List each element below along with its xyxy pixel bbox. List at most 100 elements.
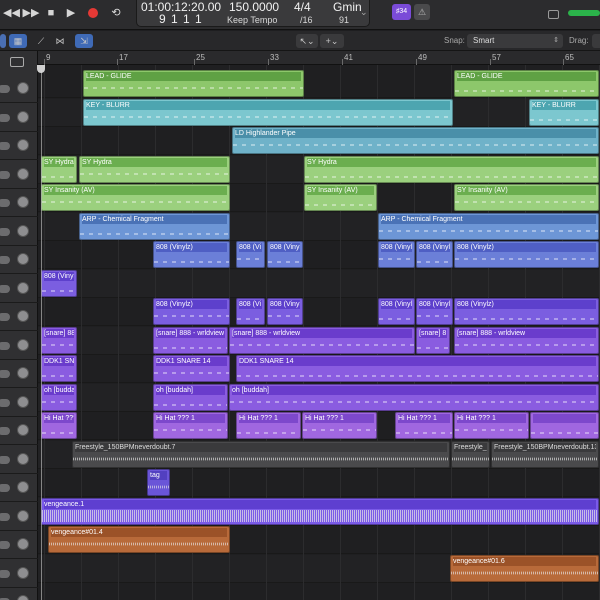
track-mute-control[interactable] — [0, 341, 10, 350]
audio-region[interactable]: Freestyle_150BPMneverdoubt.7 — [72, 440, 450, 468]
track-volume-knob[interactable] — [17, 424, 29, 436]
track-mute-control[interactable] — [0, 484, 10, 492]
track-mute-control[interactable] — [0, 170, 10, 179]
grid-view-icon[interactable]: ▦ — [9, 34, 27, 48]
track-header[interactable] — [0, 360, 38, 388]
track-header[interactable] — [0, 588, 38, 600]
track-volume-knob[interactable] — [17, 595, 29, 600]
play-icon[interactable]: ▶ — [64, 5, 78, 21]
midi-region[interactable]: SY Insanity (AV) — [454, 184, 599, 211]
midi-region[interactable]: 808 (Vinyl — [378, 298, 415, 325]
midi-region[interactable]: SY Hydra — [41, 155, 77, 183]
midi-region[interactable]: 808 (Vinylz) — [153, 241, 230, 268]
midi-region[interactable]: KEY - BLURR — [529, 98, 599, 126]
midi-region[interactable]: Hi Hat ??? 1 — [454, 412, 529, 439]
count-in-badge[interactable]: ♯34 — [392, 4, 411, 20]
track-header[interactable] — [0, 132, 38, 160]
midi-region[interactable]: DDK1 SNA — [41, 355, 77, 382]
track-mute-control[interactable] — [0, 370, 10, 378]
track-mute-control[interactable] — [0, 398, 10, 407]
list-icon[interactable] — [0, 34, 6, 48]
track-mute-control[interactable] — [0, 569, 10, 578]
track-volume-knob[interactable] — [17, 395, 29, 408]
midi-region[interactable]: 808 (Vinylz) — [454, 241, 599, 268]
midi-region[interactable]: [snare] 888 - wrldview — [153, 326, 228, 354]
track-header[interactable] — [0, 446, 38, 474]
track-volume-knob[interactable] — [17, 196, 29, 208]
midi-region[interactable]: LD Highlander Pipe — [232, 127, 599, 154]
track-volume-knob[interactable] — [17, 481, 29, 493]
rewind-icon[interactable]: ◀◀ — [3, 5, 20, 21]
audio-region[interactable]: Freestyle_150BPMneverdoubt.13 — [491, 440, 599, 468]
midi-region[interactable]: LEAD - GLIDE — [454, 70, 599, 97]
track-mute-control[interactable] — [0, 455, 10, 464]
secondary-tool-icon[interactable]: +⌄ — [320, 34, 344, 48]
track-mute-control[interactable] — [0, 113, 10, 122]
midi-region[interactable]: Hi Hat ??? 1 — [302, 412, 377, 439]
midi-region[interactable]: [snare] 8 — [416, 326, 450, 354]
lcd-toggle-icon[interactable] — [548, 10, 559, 19]
midi-region[interactable]: oh [buddah] — [229, 383, 599, 411]
track-header[interactable] — [0, 218, 38, 246]
midi-region[interactable]: oh [budda — [41, 383, 77, 411]
track-header[interactable] — [0, 246, 38, 274]
track-volume-knob[interactable] — [17, 110, 29, 123]
midi-region[interactable]: DDK1 SNARE 14 — [153, 355, 230, 382]
midi-region[interactable]: [snare] 888 - wrldview — [454, 326, 599, 354]
track-mute-control[interactable] — [0, 512, 10, 521]
midi-region[interactable]: 808 (Vi — [236, 241, 265, 268]
track-volume-knob[interactable] — [17, 367, 29, 379]
midi-region[interactable]: KEY - BLURR — [83, 98, 453, 126]
flex-icon[interactable]: ⋈ — [52, 34, 68, 48]
midi-region[interactable]: SY Insanity (AV) — [304, 184, 377, 211]
midi-region[interactable]: Hi Hat ??? — [41, 412, 77, 439]
track-mute-control[interactable] — [0, 142, 10, 150]
arrange-area[interactable]: LEAD - GLIDE LEAD - GLIDE KEY - BLURR KEY -… — [38, 65, 600, 600]
midi-region[interactable]: 808 (Vinylz) — [454, 298, 599, 325]
track-volume-knob[interactable] — [17, 310, 29, 322]
track-header[interactable] — [0, 332, 38, 360]
track-mute-control[interactable] — [0, 313, 10, 321]
track-header[interactable] — [0, 503, 38, 531]
track-mute-control[interactable] — [0, 284, 10, 293]
midi-region[interactable]: 808 (Vinyl — [41, 269, 77, 297]
midi-region[interactable]: 808 (Vinyl — [267, 241, 303, 268]
midi-region[interactable]: 808 (Vinyl — [267, 298, 303, 325]
track-header[interactable] — [0, 75, 38, 103]
stop-icon[interactable]: ■ — [44, 5, 58, 21]
track-volume-knob[interactable] — [17, 167, 29, 180]
drag-select[interactable] — [592, 34, 600, 48]
track-mute-control[interactable] — [0, 256, 10, 264]
track-mute-control[interactable] — [0, 427, 10, 435]
lcd-display[interactable]: 01:00:12:20.00 9 1 1 1 150.0000 Keep Tem… — [136, 0, 370, 27]
midi-region[interactable]: [snare] 88 — [41, 326, 77, 354]
fast-forward-icon[interactable]: ▶▶ — [22, 5, 40, 21]
track-header[interactable] — [0, 531, 38, 559]
automation-icon[interactable]: ⟋ — [33, 34, 49, 48]
midi-region[interactable]: 808 (Vinyl — [378, 241, 415, 268]
track-header[interactable] — [0, 189, 38, 217]
audio-region[interactable]: Freestyle_ — [451, 440, 490, 468]
track-volume-knob[interactable] — [17, 82, 29, 94]
track-header[interactable] — [0, 474, 38, 502]
audio-region[interactable]: vengeance.1 — [41, 497, 599, 525]
audio-region[interactable]: tag — [147, 469, 170, 496]
midi-region[interactable]: Hi Hat ??? 1 — [153, 412, 228, 439]
track-header[interactable] — [0, 161, 38, 189]
midi-region[interactable]: [snare] 888 - wrldview — [229, 326, 415, 354]
track-header[interactable] — [0, 389, 38, 417]
midi-region[interactable]: LEAD - GLIDE — [83, 70, 304, 97]
midi-region[interactable]: 808 (Vinylz) — [153, 298, 230, 325]
track-lane[interactable] — [38, 269, 600, 298]
chevron-down-icon[interactable]: ⌄ — [360, 7, 368, 18]
midi-region[interactable]: SY Insanity (AV) — [41, 184, 230, 211]
track-header[interactable] — [0, 275, 38, 303]
track-mute-control[interactable] — [0, 85, 10, 93]
midi-region[interactable]: SY Hydra — [79, 155, 230, 183]
midi-region[interactable]: oh [buddah] — [153, 383, 228, 411]
track-volume-knob[interactable] — [17, 538, 29, 550]
midi-region[interactable]: Hi Hat ??? 1 — [236, 412, 301, 439]
track-lane[interactable] — [38, 469, 600, 497]
track-volume-knob[interactable] — [17, 566, 29, 579]
track-header[interactable] — [0, 104, 38, 132]
